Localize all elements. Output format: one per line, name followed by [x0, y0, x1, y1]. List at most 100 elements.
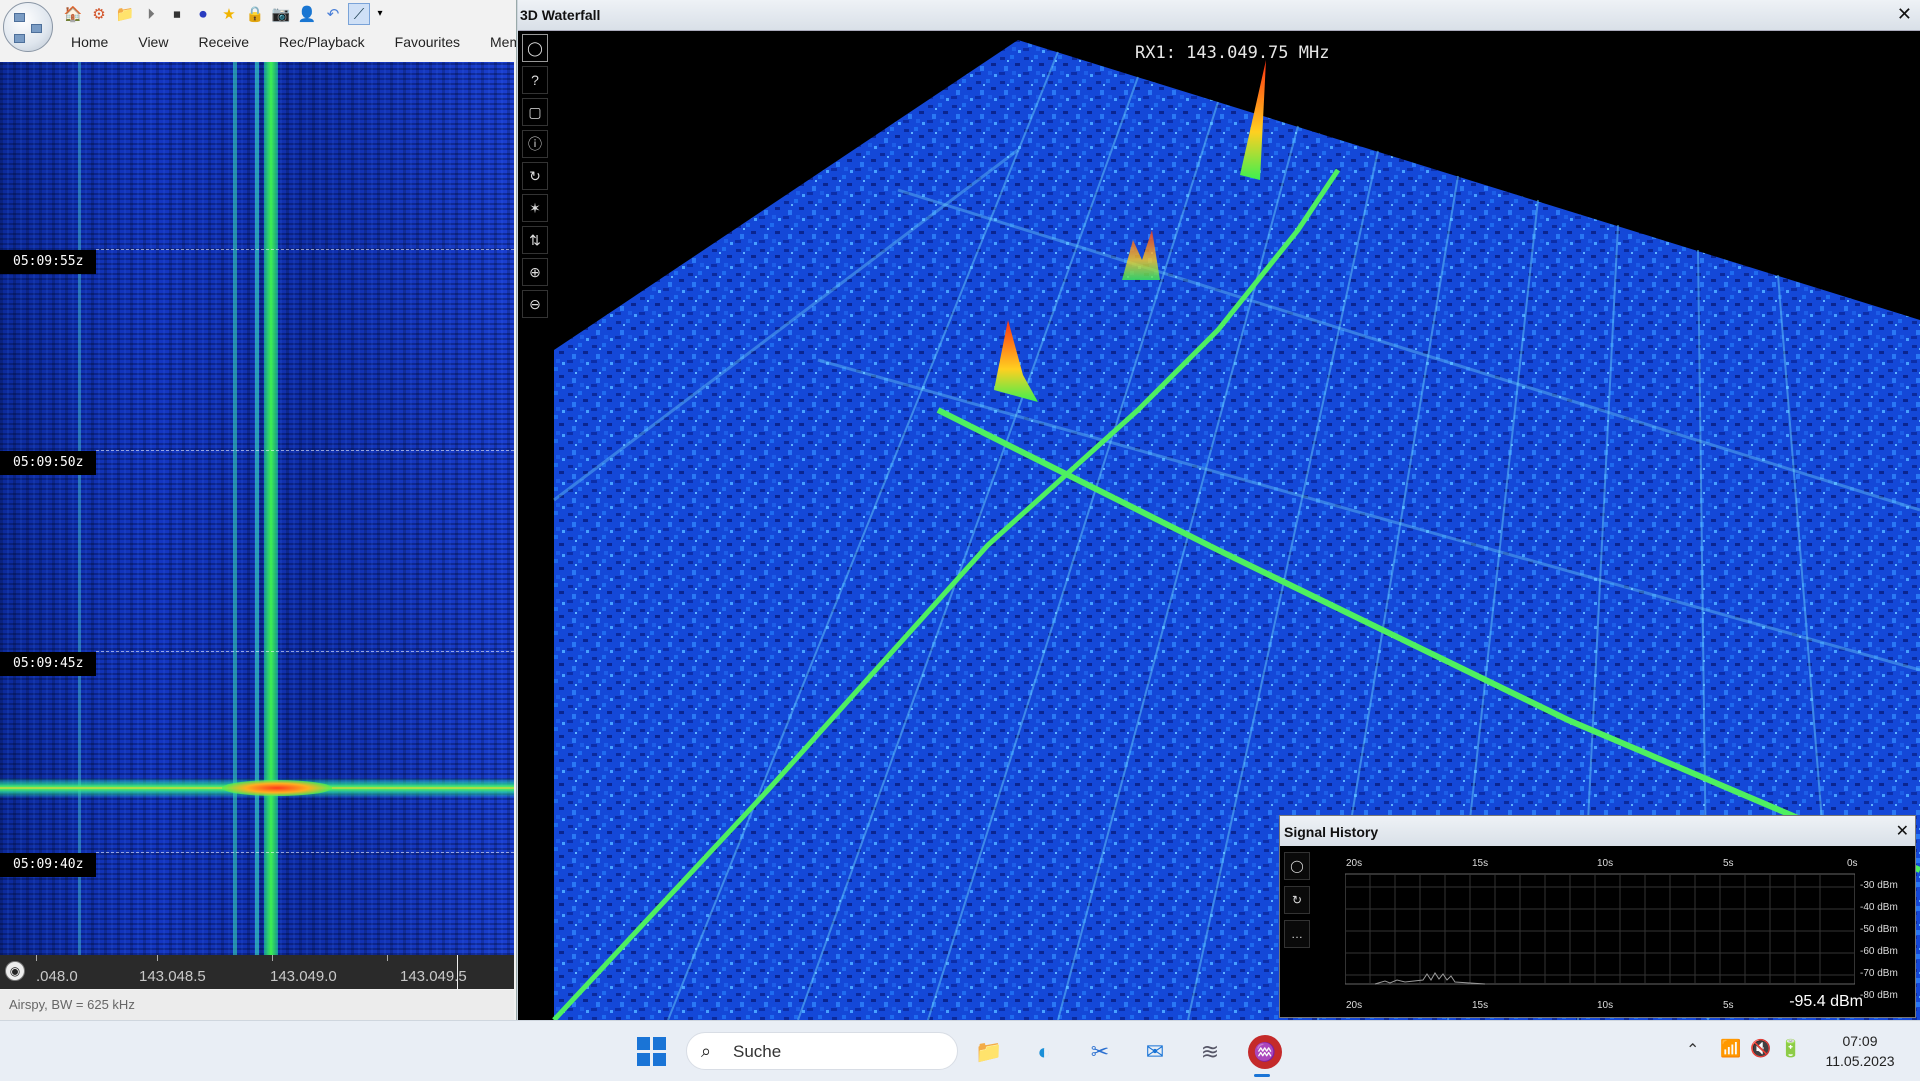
tab-home[interactable]: Home: [56, 32, 123, 54]
frequency-scale[interactable]: ◉ .048.0 143.048.5 143.049.0 143.049.5: [0, 955, 514, 989]
stop-icon[interactable]: ⏹: [166, 3, 188, 25]
time-label: 05:09:50z: [0, 451, 96, 475]
level-axis-label: -60 dBm: [1860, 946, 1898, 957]
scale-options-icon[interactable]: ◉: [5, 961, 25, 981]
active-app-indicator: [1254, 1074, 1270, 1077]
wifi-icon[interactable]: 📶: [1720, 1039, 1741, 1059]
radio-app-icon[interactable]: ♒: [1248, 1035, 1282, 1069]
time-axis-label: 15s: [1472, 858, 1489, 869]
time-gridline: [96, 651, 514, 652]
close-icon[interactable]: ✕: [1897, 4, 1912, 25]
waterfall-3d-titlebar[interactable]: 3D Waterfall ✕: [518, 0, 1920, 31]
search-icon: ⌕: [701, 1041, 712, 1061]
waterfall-3d-toolbar: ◯ ? ▢ ⓘ ↻ ✶ ⇅ ⊕ ⊖: [522, 34, 548, 318]
ribbon-tabs: Home View Receive Rec/Playback Favourite…: [56, 32, 516, 54]
more-icon[interactable]: …: [1284, 920, 1310, 948]
quick-access-toolbar: 🏠 ⚙ 📁 ⏵ ⏹ ⏺ ★ 🔒 📷 👤 ↶ ⟋ ▾: [62, 3, 386, 25]
record-icon[interactable]: ⏺: [192, 3, 214, 25]
line-tool-icon[interactable]: ⟋: [348, 3, 370, 25]
edge-browser-icon[interactable]: ◐: [1027, 1035, 1061, 1069]
window-title: 3D Waterfall: [520, 7, 601, 23]
frequency-label: 143.049.0: [270, 968, 337, 985]
time-gridline: [96, 450, 514, 451]
folder-icon[interactable]: 📁: [114, 3, 136, 25]
star-icon[interactable]: ★: [218, 3, 240, 25]
play-icon[interactable]: ⏵: [140, 3, 162, 25]
burst-peak: [222, 780, 332, 796]
settings-wheel-icon[interactable]: ⚙: [88, 3, 110, 25]
tab-receive[interactable]: Receive: [183, 32, 264, 54]
signal-history-plot[interactable]: [1345, 860, 1855, 1010]
time-axis-label: 20s: [1346, 1000, 1363, 1011]
taskbar: ⌕ Suche 📁 ◐ ✂ ✉ ≋ ♒ ⌃ 📶 🔇 🔋 07:09 11.05.…: [0, 1020, 1920, 1081]
clock-time: 07:09: [1842, 1033, 1878, 1049]
time-axis-label: 20s: [1346, 858, 1363, 869]
faint-signal-trace: [255, 62, 259, 955]
display-mode-icon[interactable]: ◯: [522, 34, 548, 62]
tab-view[interactable]: View: [123, 32, 183, 54]
level-axis-label: -40 dBm: [1860, 902, 1898, 913]
tab-favourites[interactable]: Favourites: [380, 32, 475, 54]
signal-history-window: Signal History ✕ ◯ ↻ … 20s 15s 10s 5s 0s…: [1279, 815, 1916, 1018]
swap-vertical-icon[interactable]: ⇅: [522, 226, 548, 254]
faint-signal-trace: [233, 62, 237, 955]
close-icon[interactable]: ✕: [1896, 821, 1909, 841]
frequency-label: .048.0: [36, 968, 78, 985]
app-menu-button[interactable]: [3, 2, 53, 52]
time-axis-label: 5s: [1723, 858, 1734, 869]
clock[interactable]: 07:09 11.05.2023: [1820, 1031, 1900, 1071]
sdr-app-icon[interactable]: ≋: [1193, 1035, 1227, 1069]
frequency-label: 143.048.5: [139, 968, 206, 985]
level-axis-label: -30 dBm: [1860, 880, 1898, 891]
time-axis-label: 0s: [1847, 858, 1858, 869]
waterfall-display[interactable]: 05:09:55z 05:09:50z 05:09:45z 05:09:40z: [0, 62, 514, 955]
time-axis-label: 15s: [1472, 1000, 1489, 1011]
window-icon[interactable]: ▢: [522, 98, 548, 126]
zoom-in-icon[interactable]: ⊕: [522, 258, 548, 286]
camera-icon[interactable]: 📷: [270, 3, 292, 25]
level-axis-label: -80 dBm: [1860, 990, 1898, 1001]
time-axis-label: 5s: [1723, 1000, 1734, 1011]
user-icon[interactable]: 👤: [296, 3, 318, 25]
mail-icon[interactable]: ✉: [1138, 1035, 1172, 1069]
display-mode-icon[interactable]: ◯: [1284, 852, 1310, 880]
reset-icon[interactable]: ↻: [1284, 886, 1310, 914]
time-label: 05:09:55z: [0, 250, 96, 274]
start-button[interactable]: [637, 1037, 667, 1067]
dropdown-arrow-icon[interactable]: ▾: [374, 3, 386, 25]
status-bar: Airspy, BW = 625 kHz: [0, 990, 514, 1020]
brightness-icon[interactable]: ✶: [522, 194, 548, 222]
file-explorer-icon[interactable]: 📁: [972, 1035, 1006, 1069]
tab-rec-playback[interactable]: Rec/Playback: [264, 32, 380, 54]
battery-icon[interactable]: 🔋: [1780, 1039, 1801, 1059]
search-input[interactable]: ⌕ Suche: [686, 1032, 958, 1070]
time-gridline: [96, 852, 514, 853]
search-placeholder: Suche: [733, 1042, 782, 1061]
app-logo-icon-part: [31, 24, 42, 33]
info-icon[interactable]: ⓘ: [522, 130, 548, 158]
signal-history-titlebar[interactable]: Signal History ✕: [1280, 816, 1915, 846]
faint-signal-trace: [78, 62, 81, 955]
level-axis-label: -50 dBm: [1860, 924, 1898, 935]
time-label: 05:09:40z: [0, 853, 96, 877]
time-gridline: [96, 249, 514, 250]
frequency-label: 143.049.5: [400, 968, 467, 985]
tab-memory[interactable]: Memor: [475, 32, 516, 54]
lock-icon[interactable]: 🔒: [244, 3, 266, 25]
time-label: 05:09:45z: [0, 652, 96, 676]
app-logo-icon: [14, 13, 25, 22]
app-logo-icon-part: [14, 34, 25, 43]
reset-rotation-icon[interactable]: ↻: [522, 162, 548, 190]
show-hidden-icons-icon[interactable]: ⌃: [1686, 1040, 1699, 1060]
undo-icon[interactable]: ↶: [322, 3, 344, 25]
help-icon[interactable]: ?: [522, 66, 548, 94]
zoom-out-icon[interactable]: ⊖: [522, 290, 548, 318]
speaker-muted-icon[interactable]: 🔇: [1750, 1039, 1771, 1059]
signal-history-toolbar: ◯ ↻ …: [1284, 852, 1310, 948]
snipping-tool-icon[interactable]: ✂: [1083, 1035, 1117, 1069]
level-axis-label: -70 dBm: [1860, 968, 1898, 979]
time-axis-label: 10s: [1597, 858, 1614, 869]
home-icon[interactable]: 🏠: [62, 3, 84, 25]
time-axis-label: 10s: [1597, 1000, 1614, 1011]
windows-logo-icon: [637, 1037, 650, 1050]
